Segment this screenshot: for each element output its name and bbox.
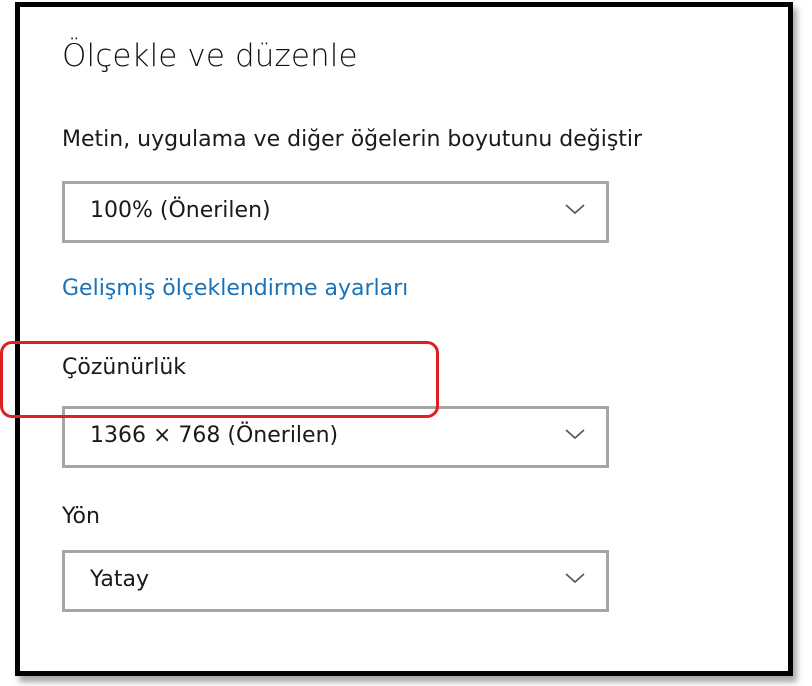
scale-dropdown-value: 100% (Önerilen) (90, 198, 271, 223)
chevron-down-icon (565, 573, 585, 584)
scale-label: Metin, uygulama ve diğer öğelerin boyutu… (62, 127, 643, 152)
orientation-label: Yön (62, 504, 100, 529)
resolution-dropdown-value: 1366 × 768 (Önerilen) (90, 423, 339, 448)
resolution-highlight-box (0, 341, 439, 418)
scale-dropdown[interactable]: 100% (Önerilen) (62, 181, 609, 243)
orientation-dropdown-value: Yatay (90, 567, 150, 592)
orientation-dropdown[interactable]: Yatay (62, 550, 609, 612)
advanced-scaling-link[interactable]: Gelişmiş ölçeklendirme ayarları (62, 276, 408, 301)
page-title: Ölçekle ve düzenle (62, 38, 358, 74)
chevron-down-icon (565, 429, 585, 440)
chevron-down-icon (565, 204, 585, 215)
